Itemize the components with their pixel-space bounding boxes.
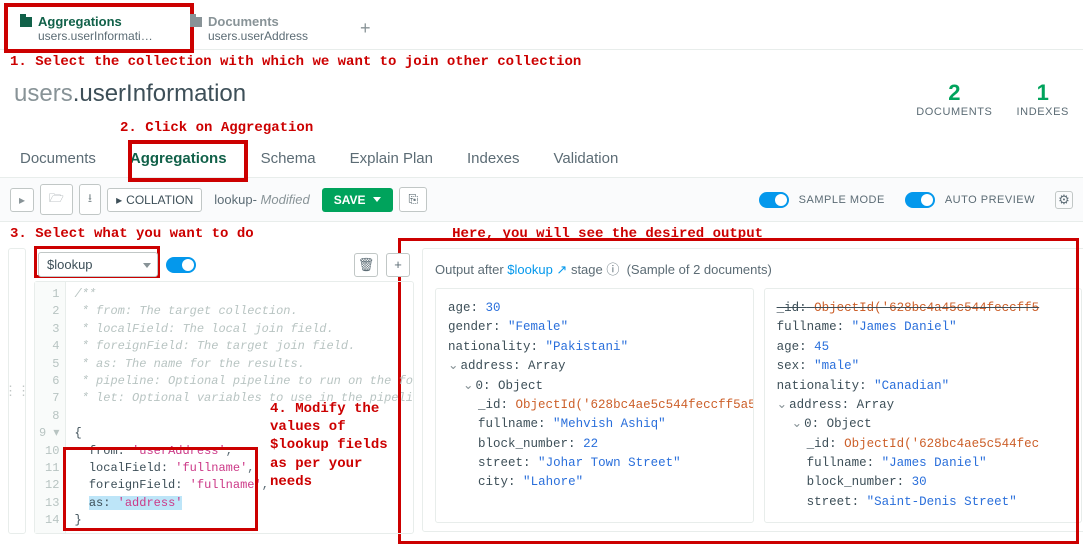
collapse-icon[interactable]: ⌄ <box>777 398 787 412</box>
save-button[interactable]: SAVE <box>322 188 394 212</box>
editor-gutter: 123456789 ▾1011121314 <box>35 282 66 533</box>
window-tab-title: Documents <box>208 14 279 29</box>
stage-editor-column: $lookup 🗑 + 4. Modify the values of $loo… <box>34 248 414 534</box>
stage-output-column: Output after $lookup ↗ stage ⓘ (Sample o… <box>422 248 1083 532</box>
collapse-icon[interactable]: ⌄ <box>792 417 802 431</box>
annotation-1: 1. Select the collection with which we w… <box>0 50 1083 74</box>
auto-preview-toggle[interactable] <box>905 192 935 208</box>
stage-header: $lookup 🗑 + <box>34 248 414 281</box>
stat-documents-count: 2 <box>916 80 992 106</box>
drag-handle[interactable]: ⋮⋮ <box>8 248 26 534</box>
annotation-3: 3. Select what you want to do <box>10 226 254 242</box>
window-tab-subtitle: users.userInformati… <box>38 29 162 43</box>
open-folder-button[interactable]: 🗁 <box>40 184 73 215</box>
stat-documents[interactable]: 2 DOCUMENTS <box>916 80 992 118</box>
namespace-heading: users.userInformation <box>14 80 246 108</box>
stat-indexes-count: 1 <box>1017 80 1070 106</box>
collapse-icon[interactable]: ⌄ <box>463 379 473 393</box>
output-document-0[interactable]: age: 30 gender: "Female" nationality: "P… <box>435 288 754 523</box>
tab-schema[interactable]: Schema <box>257 140 320 177</box>
sample-mode-label: SAMPLE MODE <box>799 194 885 206</box>
pipeline-name: lookup- Modified <box>208 192 315 207</box>
output-sample-note: (Sample of 2 documents) <box>627 262 772 277</box>
collection-stats: 2 DOCUMENTS 1 INDEXES <box>916 80 1069 118</box>
collection-subtabs: Documents Aggregations Schema Explain Pl… <box>0 140 1083 178</box>
folder-icon <box>20 17 32 27</box>
tab-validation[interactable]: Validation <box>550 140 623 177</box>
output-document-1[interactable]: _id: ObjectId('628bc4a45c544feccff5 full… <box>764 288 1083 523</box>
stage-enabled-toggle[interactable] <box>166 257 196 273</box>
new-pipeline-button[interactable]: ⎘ <box>399 187 427 212</box>
stage-operator-select[interactable]: $lookup <box>38 252 158 277</box>
tab-explain-plan[interactable]: Explain Plan <box>346 140 437 177</box>
tab-indexes[interactable]: Indexes <box>463 140 524 177</box>
chevron-down-icon <box>373 197 381 202</box>
stat-documents-label: DOCUMENTS <box>916 106 992 118</box>
window-tab-documents[interactable]: Documents users.userAddress <box>176 8 346 49</box>
namespace-db: users <box>14 80 73 107</box>
window-tab-title: Aggregations <box>38 14 122 29</box>
stat-indexes-label: INDEXES <box>1017 106 1070 118</box>
collapse-icon[interactable]: ⌄ <box>448 359 458 373</box>
toggle-panel-button[interactable]: ▸ <box>10 188 34 212</box>
annotation-4: 4. Modify the values of $lookup fields a… <box>270 400 388 491</box>
settings-button[interactable]: ⚙ <box>1055 191 1073 209</box>
stage-operator-link[interactable]: $lookup ↗ <box>507 262 567 277</box>
delete-stage-button[interactable]: 🗑 <box>354 253 378 277</box>
tab-documents[interactable]: Documents <box>16 140 100 177</box>
auto-preview-label: AUTO PREVIEW <box>945 194 1035 206</box>
namespace-collection: userInformation <box>79 80 246 107</box>
aggregation-toolbar: ▸ 🗁 ⭳ ▸ COLLATION lookup- Modified SAVE … <box>0 178 1083 222</box>
add-stage-button[interactable]: + <box>386 253 410 277</box>
window-tabs: Aggregations users.userInformati… Docume… <box>0 0 1083 50</box>
folder-icon <box>190 17 202 27</box>
stat-indexes[interactable]: 1 INDEXES <box>1017 80 1070 118</box>
annotation-5: Here, you will see the desired output <box>452 226 763 242</box>
window-tab-aggregations[interactable]: Aggregations users.userInformati… <box>6 8 176 49</box>
collation-button[interactable]: ▸ COLLATION <box>107 188 202 212</box>
annotation-2: 2. Click on Aggregation <box>0 120 1083 140</box>
sample-mode-toggle[interactable] <box>759 192 789 208</box>
output-header: Output after $lookup ↗ stage ⓘ (Sample o… <box>435 259 1082 278</box>
pipeline-stage-row: ⋮⋮ $lookup 🗑 + 4. Modify the values of $… <box>0 244 1083 542</box>
stage-code-editor[interactable]: 4. Modify the values of $lookup fields a… <box>34 281 414 534</box>
export-button[interactable]: ⭳ <box>79 184 101 215</box>
save-label: SAVE <box>334 193 366 207</box>
new-tab-button[interactable]: + <box>346 8 385 49</box>
output-documents: age: 30 gender: "Female" nationality: "P… <box>435 288 1082 523</box>
window-tab-subtitle: users.userAddress <box>208 29 332 43</box>
collation-label: COLLATION <box>126 193 193 207</box>
tab-aggregations[interactable]: Aggregations <box>126 140 231 177</box>
